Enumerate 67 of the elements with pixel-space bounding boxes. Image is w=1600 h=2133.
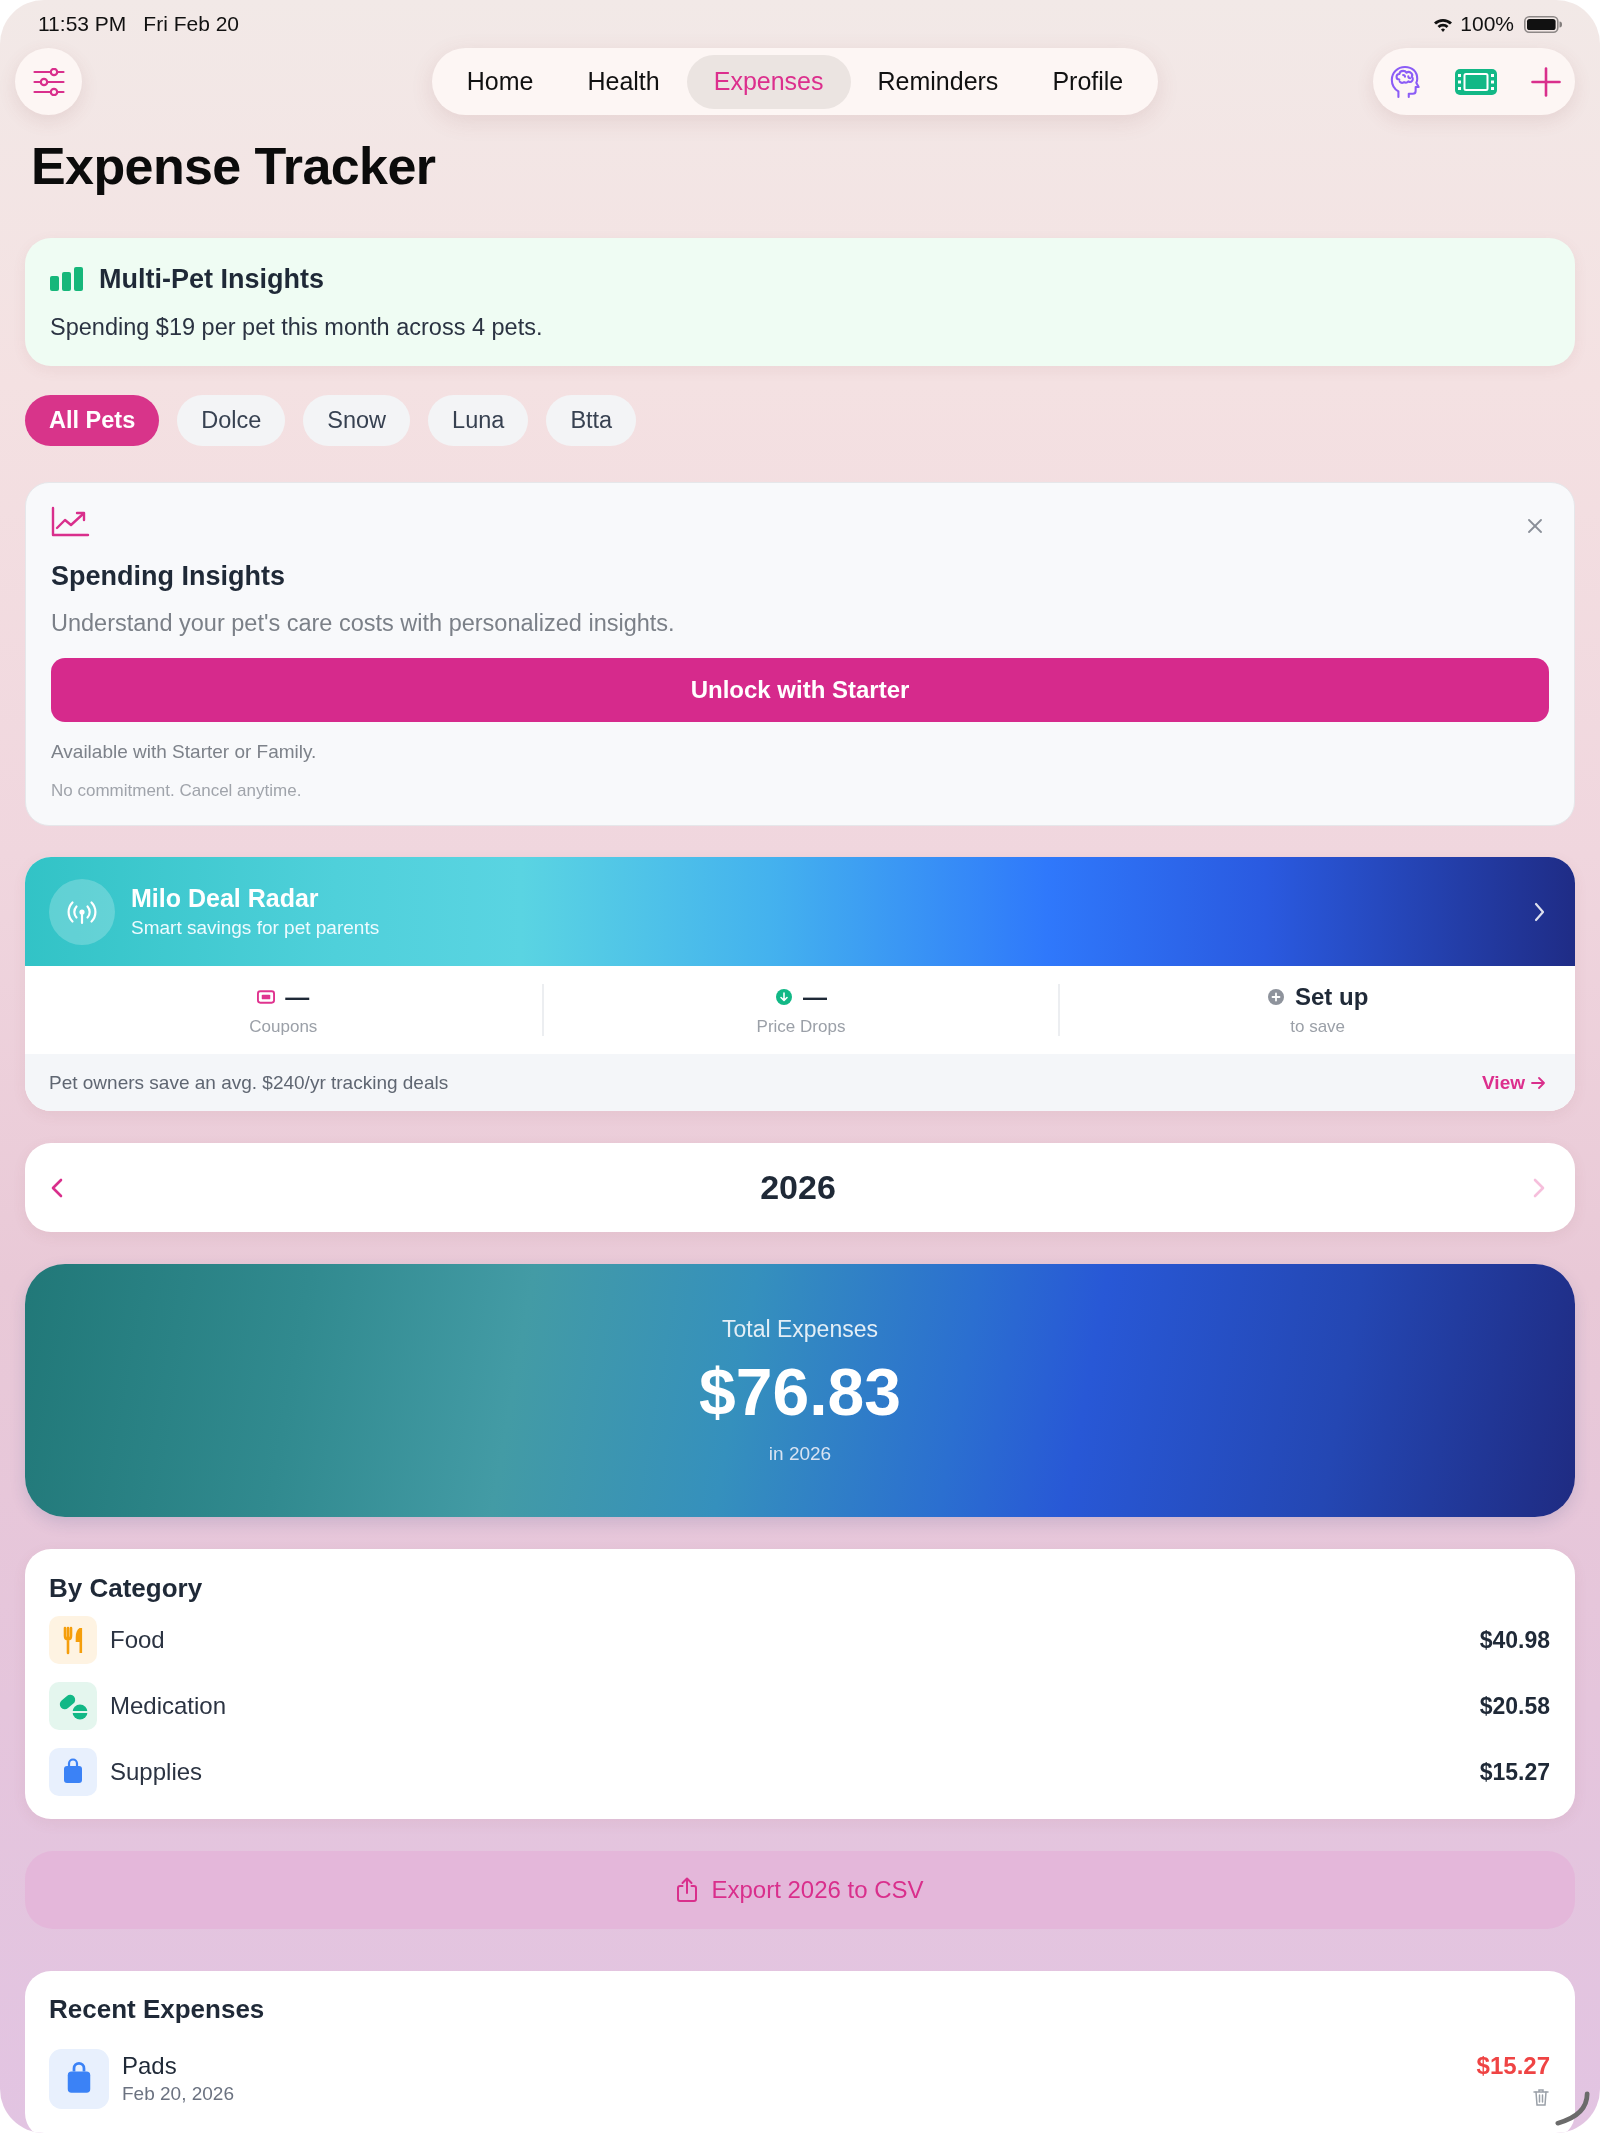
- close-icon[interactable]: [1528, 519, 1542, 533]
- stat-value: —: [285, 983, 310, 1011]
- category-amount: $40.98: [1479, 1626, 1550, 1654]
- pills-icon: [49, 1682, 97, 1730]
- shopping-bag-icon: [49, 1748, 97, 1796]
- film-ticket-icon[interactable]: [1455, 68, 1497, 95]
- antenna-icon: [49, 878, 115, 945]
- stat-value: Set up: [1295, 983, 1369, 1011]
- nav-tab[interactable]: Health: [560, 54, 687, 109]
- section-title: Recent Expenses: [49, 1993, 266, 2025]
- savings-note: Pet owners save an avg. $240/yr tracking deals: [49, 1071, 449, 1094]
- total-period: in 2026: [768, 1443, 832, 1465]
- stat-value: —: [803, 983, 827, 1011]
- nav-tab[interactable]: Profile: [1025, 54, 1151, 109]
- pet-filter-chip[interactable]: Snow: [303, 395, 411, 446]
- pet-filter-chip[interactable]: All Pets: [25, 395, 160, 446]
- pet-filter-chip[interactable]: Dolce: [177, 395, 286, 446]
- bar-chart-icon: [50, 267, 83, 291]
- category-label: Food: [110, 1626, 165, 1654]
- total-label: Total Expenses: [722, 1316, 878, 1343]
- stat-label: Price Drops: [756, 1017, 846, 1037]
- page-title: Expense Tracker: [31, 136, 437, 197]
- wifi-icon: [1433, 16, 1454, 32]
- arrow-right-icon: [1531, 1075, 1545, 1090]
- card-description: Understand your pet's care costs with personalized insights.: [51, 609, 676, 638]
- fork-knife-icon: [49, 1616, 97, 1664]
- coupon-icon: [257, 989, 276, 1005]
- share-icon: [676, 1877, 699, 1903]
- view-link[interactable]: View: [1482, 1071, 1545, 1094]
- card-title: Spending Insights: [51, 560, 286, 593]
- sliders-icon: [32, 67, 65, 96]
- banner-title: Multi-Pet Insights: [99, 263, 324, 295]
- trend-chart-icon: [51, 505, 90, 537]
- expense-amount: $15.27: [1476, 2052, 1550, 2080]
- pet-filter-chip[interactable]: Btta: [546, 395, 637, 446]
- unlock-button[interactable]: Unlock with Starter: [51, 658, 1549, 722]
- battery-icon: [1524, 15, 1562, 33]
- nav-tab[interactable]: Reminders: [850, 54, 1026, 109]
- total-amount: $76.83: [699, 1355, 901, 1429]
- radar-subtitle: Smart savings for pet parents: [131, 915, 381, 940]
- category-label: Supplies: [110, 1758, 203, 1786]
- chevron-right-icon: [1534, 901, 1545, 922]
- category-label: Medication: [110, 1692, 227, 1720]
- radar-title: Milo Deal Radar: [131, 882, 320, 913]
- category-amount: $15.27: [1479, 1758, 1550, 1786]
- status-date: Fri Feb 20: [143, 12, 240, 36]
- year-label: 2026: [760, 1168, 836, 1207]
- status-time: 11:53 PM: [38, 12, 127, 36]
- trash-icon[interactable]: [1533, 2088, 1549, 2106]
- stat-label: Coupons: [249, 1017, 318, 1037]
- commitment-note: No commitment. Cancel anytime.: [51, 780, 303, 802]
- chevron-left-icon[interactable]: [51, 1177, 63, 1198]
- battery-percent: 100%: [1460, 12, 1514, 36]
- plus-icon[interactable]: [1531, 66, 1561, 97]
- brain-head-icon[interactable]: [1389, 64, 1421, 99]
- nav-tab[interactable]: Home: [439, 54, 561, 109]
- banner-text: Spending $19 per pet this month across 4 pets.: [50, 313, 544, 342]
- shopping-bag-icon: [49, 2049, 109, 2109]
- category-amount: $20.58: [1479, 1692, 1550, 1720]
- stat-label: to save: [1290, 1017, 1346, 1037]
- pet-filter-chip[interactable]: Luna: [428, 395, 529, 446]
- section-title: By Category: [49, 1572, 204, 1604]
- resize-handle-icon[interactable]: [1555, 2091, 1590, 2126]
- plus-circle-icon: [1267, 989, 1285, 1005]
- availability-note: Available with Starter or Family.: [51, 740, 318, 764]
- expense-date: Feb 20, 2026: [122, 2082, 234, 2106]
- expense-name: Pads: [122, 2051, 178, 2081]
